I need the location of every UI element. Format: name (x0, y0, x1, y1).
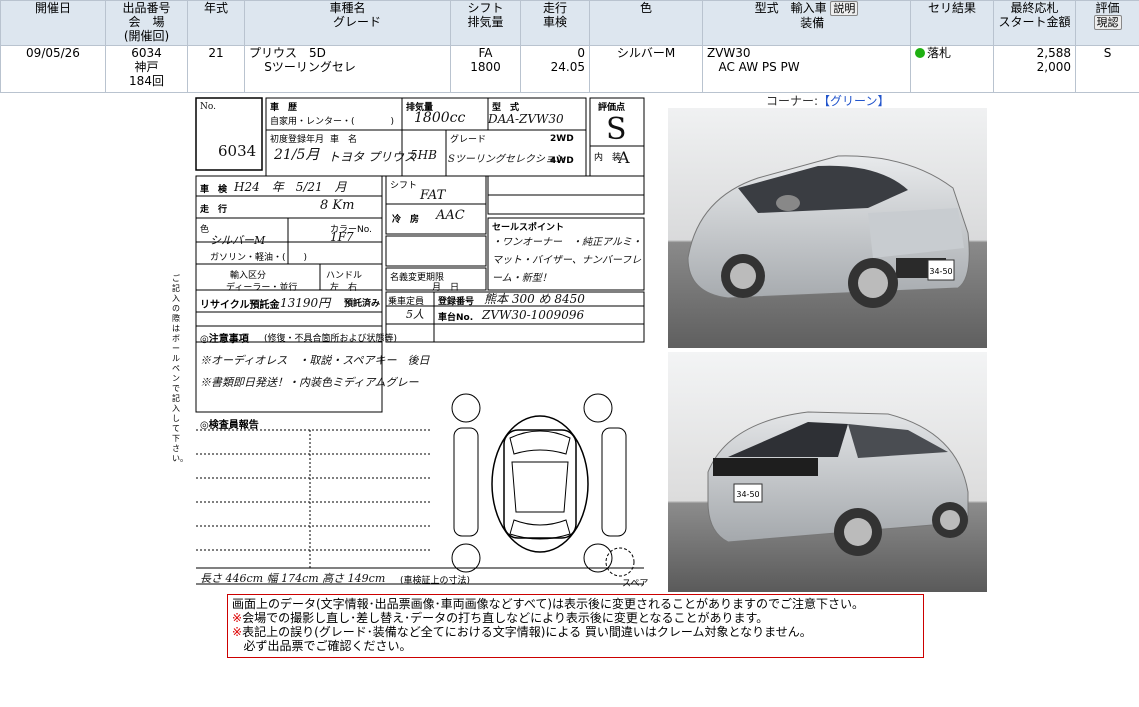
sheet-score: S (606, 112, 627, 147)
disclaimer-line-3: ※表記上の誤り(グレード･装備など全てにおける文字情報)による 買い間違いはクレ… (232, 625, 812, 639)
disclaimer-box: 画面上のデータ(文字情報･出品票画像･車両画像などすべて)は表示後に変更されるこ… (227, 594, 924, 658)
sheet-doors: 5HB (410, 148, 437, 162)
sold-status-icon (915, 48, 925, 58)
sheet-mileage: 8 Km (320, 198, 355, 213)
sheet-notes-line1: ※オーディオレス ・取説・スペアキー 後日 (200, 354, 430, 367)
sheet-notes-line2: ※書類即日発送！・内装色ミディアムグレー (200, 376, 419, 389)
sheet-plate-label: 登録番号 (438, 297, 475, 307)
sheet-notes-sub: (修復・不具合箇所および状態等) (264, 334, 398, 344)
disclaimer-line-1: 画面上のデータ(文字情報･出品票画像･車両画像などすべて)は表示後に変更されるこ… (232, 597, 865, 611)
cell-lot: 6034 神戸 184回 (105, 45, 188, 93)
col-model: 型式 輸入車 説明 装備 (702, 0, 911, 46)
sheet-fuel: ガソリン・軽油・( ) (210, 253, 308, 263)
sheet-interior: A (618, 148, 630, 167)
sheet-no-label: No. (200, 102, 216, 112)
col-color: 色 (589, 0, 703, 46)
col-date: 開催日 (0, 0, 106, 46)
sheet-side-text: ご記入の際はボールペンで記入して下さい。 (172, 274, 188, 463)
sheet-recycle-status: 預託済み (344, 299, 381, 309)
header-row: 開催日 出品番号会 場 (開催回) 年式 車種名 グレード シフト 排気量 走行 車検… (0, 0, 1139, 46)
sheet-name-label: 車 名 (330, 135, 358, 145)
sheet-sales-points: ・ワンオーナー ・純正アルミ・マット・バイザー、ナンバーフレーム・新型！ (492, 237, 642, 284)
sheet-capacity: 5人 (406, 308, 424, 321)
sheet-interior-label: 内 装 (594, 153, 622, 163)
car-front-image: 34-50 (668, 108, 987, 348)
cell-shift: FA 1800 (450, 45, 521, 93)
col-shift: シフト 排気量 (450, 0, 521, 46)
sheet-handle: 左 右 (330, 283, 358, 293)
sheet-cooler-label: 冷 房 (392, 215, 420, 225)
sheet-shaken-label: 車 検 (200, 185, 228, 195)
sheet-inspector-label: ◎検査員報告 (200, 420, 259, 431)
sheet-owner: 月 日 (432, 283, 460, 293)
sheet-displacement: 1800cc (414, 110, 466, 126)
sheet-recycle-label: リサイクル預託金 (200, 300, 280, 311)
col-price: 最終応札 スタート金額 (993, 0, 1076, 46)
cell-date: 09/05/26 (0, 45, 106, 93)
table-row[interactable]: 09/05/26 6034 神戸 184回 21 プリウス 5D Sツーリングセレ … (0, 45, 1139, 93)
col-lot: 出品番号会 場 (開催回) (105, 0, 188, 46)
sheet-lot-number: 6034 (218, 142, 257, 160)
rear-plate-text: 34-50 (736, 490, 759, 499)
cell-year: 21 (187, 45, 245, 93)
sheet-4wd: 4WD (550, 156, 574, 166)
cell-mileage: 0 24.05 (520, 45, 590, 93)
cell-car: プリウス 5D Sツーリングセレ (244, 45, 451, 93)
sheet-spare: スペア (622, 579, 649, 589)
auction-sheet-image[interactable]: No. 6034 車 歴 自家用・レンター・( ) 排気量 1800cc 型 式… (170, 94, 662, 592)
corner-link[interactable]: 【グリーン】 (818, 94, 889, 108)
confirm-button[interactable]: 現認 (1093, 15, 1122, 30)
sheet-recycle: 13190円 (280, 296, 331, 310)
sheet-color: シルバーM (210, 234, 266, 247)
sheet-shift-label: シフト (390, 181, 418, 191)
corner-label: コーナー:【グリーン】 (766, 94, 890, 108)
sheet-model: DAA-ZVW30 (488, 112, 564, 126)
sheet-shaken: H24 年 5/21 月 (234, 180, 347, 194)
car-rear-photo[interactable]: 34-50 (668, 352, 987, 592)
sheet-color-label: 色 (200, 225, 210, 235)
cell-rating: S (1075, 45, 1139, 93)
sheet-chassis: ZVW30-1009096 (482, 308, 585, 322)
cell-price: 2,588 2,000 (993, 45, 1076, 93)
cell-color: シルバーM (589, 45, 703, 93)
sheet-dims: 長さ 446cm 幅 174cm 高さ 149cm (200, 572, 386, 585)
disclaimer-line-2: ※会場での撮影し直し･差し替え･データの打ち直しなどにより表示後に変更となること… (232, 611, 769, 625)
sheet-history-label: 車 歴 (270, 103, 298, 113)
sheet-first-reg: 21/5月 (274, 147, 320, 163)
sheet-cooler: AAC (436, 208, 465, 223)
sheet-name: トヨタ プリウス (328, 150, 416, 164)
sheet-plate: 熊本 300 め 8450 (484, 292, 585, 306)
results-table: 開催日 出品番号会 場 (開催回) 年式 車種名 グレード シフト 排気量 走行 車検… (0, 0, 1139, 93)
sheet-chassis-label: 車台No. (438, 313, 474, 323)
explain-button[interactable]: 説明 (830, 1, 859, 16)
car-front-photo[interactable]: 34-50 (668, 108, 987, 348)
sheet-shift: FAT (420, 188, 446, 203)
sheet-color-no: 1F7 (330, 230, 354, 244)
sheet-sales-label: セールスポイント (492, 223, 565, 233)
sheet-mileage-label: 走 行 (200, 205, 228, 215)
sheet-dims-note: (車検証上の寸法) (400, 576, 471, 586)
sheet-2wd: 2WD (550, 134, 574, 144)
col-mileage: 走行 車検 (520, 0, 590, 46)
car-rear-image: 34-50 (668, 352, 987, 592)
sheet-history-value: 自家用・レンター・( ) (270, 117, 395, 127)
cell-model: ZVW30 AC AW PS PW (702, 45, 911, 93)
front-plate-text: 34-50 (929, 267, 952, 276)
col-rating: 評価 現認 (1075, 0, 1139, 46)
col-year: 年式 (187, 0, 245, 46)
col-car: 車種名 グレード (244, 0, 451, 46)
sheet-notes-label: ◎注意事項 (200, 334, 249, 345)
sheet-grade-label: グレード (450, 135, 487, 145)
col-result: セリ結果 (910, 0, 994, 46)
sheet-grade: Sツーリングセレクション (448, 154, 565, 165)
cell-result: 落札 (910, 45, 994, 93)
sheet-import: ディーラー・並行 (226, 283, 298, 293)
disclaimer-line-4: 必ず出品票でご確認ください。 (243, 639, 412, 653)
